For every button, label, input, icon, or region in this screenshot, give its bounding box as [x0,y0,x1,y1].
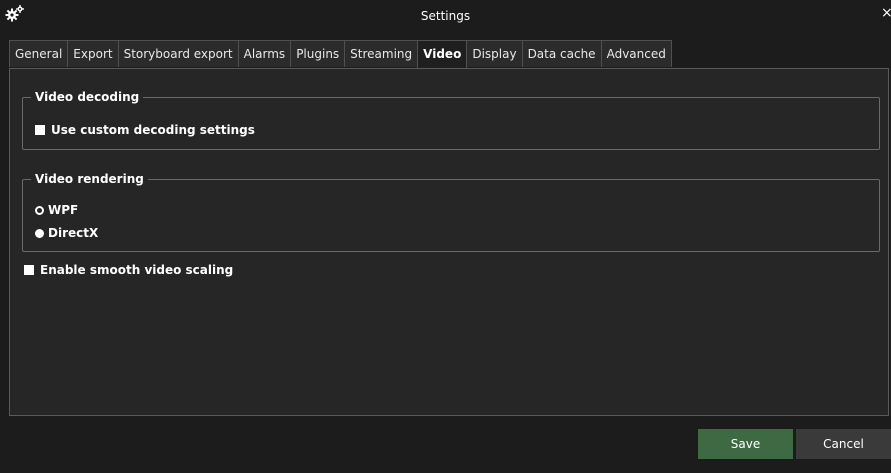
window-title: Settings [420,9,471,23]
tab-general[interactable]: General [9,40,69,67]
checkbox-box[interactable] [24,265,34,275]
tab-advanced[interactable]: Advanced [600,40,672,67]
smooth-scaling-label: Enable smooth video scaling [40,263,234,277]
title-bar[interactable]: Settings × [0,0,891,34]
tab-video[interactable]: Video [417,40,468,68]
settings-tabs: General Export Storyboard export Alarms … [9,40,672,68]
radio-selected-icon[interactable] [35,228,44,238]
wpf-radio[interactable]: WPF [35,202,78,218]
video-settings-panel: Video decoding Use custom decoding setti… [9,68,889,416]
save-button[interactable]: Save [698,429,793,459]
directx-label: DirectX [48,226,99,240]
settings-window: Settings × General Export Storyboard exp… [0,0,891,473]
close-icon[interactable]: × [881,6,891,20]
tab-data-cache[interactable]: Data cache [521,40,602,67]
video-decoding-legend: Video decoding [31,89,144,105]
tab-export[interactable]: Export [67,40,119,67]
cancel-button[interactable]: Cancel [796,429,891,459]
directx-radio[interactable]: DirectX [35,225,98,241]
tab-streaming[interactable]: Streaming [344,40,419,67]
wpf-label: WPF [48,203,79,217]
video-rendering-group: Video rendering WPF DirectX [22,171,880,252]
video-rendering-legend: Video rendering [31,171,148,187]
checkbox-box[interactable] [35,125,45,135]
tab-alarms[interactable]: Alarms [237,40,292,67]
custom-decoding-label: Use custom decoding settings [51,123,255,137]
tab-storyboard-export[interactable]: Storyboard export [117,40,239,67]
video-decoding-group: Video decoding Use custom decoding setti… [22,89,880,150]
radio-unselected-icon[interactable] [35,205,44,215]
tab-plugins[interactable]: Plugins [290,40,346,67]
tab-display[interactable]: Display [466,40,523,67]
custom-decoding-checkbox[interactable]: Use custom decoding settings [35,122,255,138]
smooth-scaling-checkbox[interactable]: Enable smooth video scaling [24,262,233,278]
